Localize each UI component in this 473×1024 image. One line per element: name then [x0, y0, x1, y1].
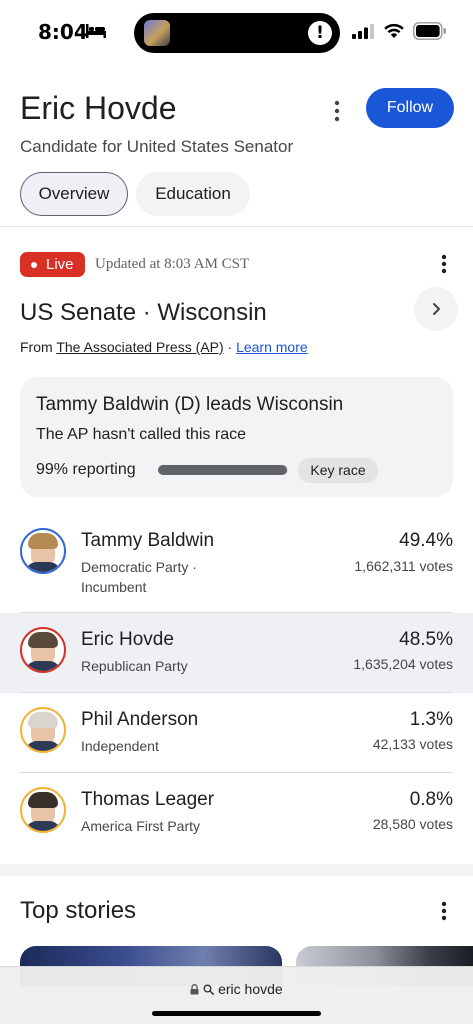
- dynamic-island[interactable]: !: [134, 13, 340, 53]
- body-shape: [25, 661, 61, 671]
- candidate-avatar: [20, 707, 66, 753]
- signal-icon: [352, 24, 374, 39]
- search-icon: [203, 984, 215, 995]
- more-options-icon[interactable]: [436, 900, 452, 922]
- top-stories-heading: Top stories: [20, 897, 137, 924]
- candidate-percentage: 49.4%: [399, 530, 453, 551]
- battery-icon: [413, 22, 446, 40]
- party-label: Democratic Party ·: [81, 559, 197, 575]
- key-race-badge: Key race: [298, 458, 378, 483]
- reporting-label: 99% reporting: [36, 461, 136, 478]
- candidate-votes: 42,133 votes: [372, 736, 453, 752]
- bed-icon: [86, 24, 106, 38]
- candidate-name: Phil Anderson: [81, 709, 199, 730]
- summary-status: The AP hasn't called this race: [36, 426, 246, 443]
- race-title[interactable]: US Senate · Wisconsin: [20, 299, 267, 327]
- candidate-row-anderson[interactable]: Phil Anderson Independent 1.3% 42,133 vo…: [0, 693, 473, 773]
- address-bar[interactable]: eric hovde: [0, 966, 473, 1024]
- race-summary-card: Tammy Baldwin (D) leads Wisconsin The AP…: [20, 377, 453, 497]
- updated-timestamp: Updated at 8:03 AM CST: [95, 256, 250, 272]
- race-details-button[interactable]: [414, 287, 458, 331]
- candidate-name: Thomas Leager: [81, 789, 215, 810]
- candidate-percentage: 0.8%: [409, 789, 453, 810]
- source-link[interactable]: The Associated Press (AP): [56, 339, 223, 355]
- candidate-party: Democratic Party · Incumbent: [81, 557, 241, 597]
- reporting-progress-fill: [158, 465, 287, 475]
- alert-icon: !: [308, 21, 332, 45]
- candidate-name: Tammy Baldwin: [81, 530, 215, 551]
- status-time: 8:04: [38, 20, 88, 44]
- candidate-votes: 1,662,311 votes: [354, 558, 453, 574]
- candidate-avatar: [20, 528, 66, 574]
- live-label: Live: [46, 256, 74, 273]
- candidate-party: Republican Party: [81, 658, 188, 674]
- candidate-row-hovde[interactable]: Eric Hovde Republican Party 48.5% 1,635,…: [0, 613, 473, 693]
- live-badge: Live: [20, 252, 85, 277]
- incumbent-label: Incumbent: [81, 579, 147, 595]
- page-title: Eric Hovde: [20, 90, 177, 126]
- address-query: eric hovde: [218, 981, 283, 997]
- address-field[interactable]: eric hovde: [0, 981, 473, 997]
- candidate-party: Independent: [81, 738, 159, 754]
- candidate-avatar: [20, 627, 66, 673]
- candidate-avatar: [20, 787, 66, 833]
- chevron-right-icon: [433, 303, 440, 315]
- body-shape: [25, 562, 61, 572]
- tab-overview[interactable]: Overview: [20, 172, 128, 216]
- wifi-icon: [384, 23, 404, 38]
- candidate-percentage: 48.5%: [399, 629, 453, 650]
- more-options-icon[interactable]: [436, 253, 452, 275]
- page-subtitle: Candidate for United States Senator: [20, 137, 294, 156]
- candidate-votes: 28,580 votes: [372, 816, 453, 832]
- candidate-row-baldwin[interactable]: Tammy Baldwin Democratic Party · Incumbe…: [0, 512, 473, 595]
- section-divider: [0, 864, 473, 876]
- candidate-row-leager[interactable]: Thomas Leager America First Party 0.8% 2…: [0, 773, 473, 853]
- source-line: From The Associated Press (AP) · Learn m…: [20, 339, 308, 355]
- candidate-party: America First Party: [81, 818, 201, 834]
- body-shape: [25, 821, 61, 831]
- live-dot-icon: [31, 262, 37, 268]
- hair-shape: [28, 533, 58, 549]
- tab-education[interactable]: Education: [136, 172, 250, 216]
- candidate-percentage: 1.3%: [409, 709, 453, 730]
- source-separator: ·: [223, 339, 237, 355]
- body-shape: [25, 741, 61, 751]
- reporting-progress-bar: [158, 465, 288, 475]
- lock-icon: [190, 984, 199, 995]
- status-bar: 8:04 !: [0, 0, 473, 66]
- hair-shape: [28, 632, 58, 648]
- candidate-votes: 1,635,204 votes: [353, 656, 453, 672]
- follow-button[interactable]: Follow: [366, 88, 454, 128]
- more-options-icon[interactable]: [327, 98, 347, 124]
- learn-more-link[interactable]: Learn more: [236, 339, 308, 355]
- source-prefix: From: [20, 339, 57, 355]
- divider: [0, 226, 473, 227]
- candidate-name: Eric Hovde: [81, 629, 174, 650]
- hair-shape: [28, 792, 58, 808]
- summary-headline: Tammy Baldwin (D) leads Wisconsin: [36, 394, 344, 415]
- home-indicator[interactable]: [152, 1011, 321, 1016]
- hair-shape: [28, 712, 58, 728]
- media-thumbnail: [144, 20, 170, 46]
